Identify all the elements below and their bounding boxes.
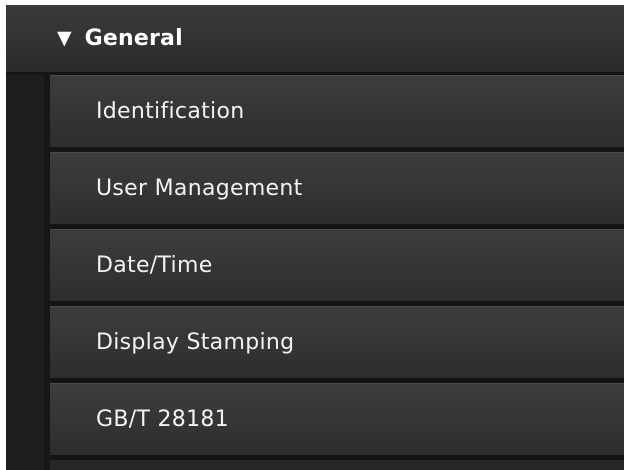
menu-item-label: Identification — [96, 99, 245, 124]
section-header-general[interactable]: ▼ General — [6, 5, 624, 75]
section-header-label: General — [84, 26, 183, 51]
caret-down-icon: ▼ — [57, 27, 72, 49]
menu-item-identification[interactable]: Identification — [50, 75, 624, 152]
settings-menu-panel: ▼ General Identification User Management… — [6, 5, 624, 470]
menu-item-label: Display Stamping — [96, 330, 295, 355]
menu-item-label: GB/T 28181 — [96, 407, 229, 432]
menu-item-label: User Management — [96, 176, 303, 201]
menu-item-date-time[interactable]: Date/Time — [50, 229, 624, 306]
menu-item-gbt-28181[interactable]: GB/T 28181 — [50, 383, 624, 460]
submenu-list: Identification User Management Date/Time… — [50, 75, 624, 460]
menu-item-user-management[interactable]: User Management — [50, 152, 624, 229]
menu-item-label: Date/Time — [96, 253, 213, 278]
menu-item-display-stamping[interactable]: Display Stamping — [50, 306, 624, 383]
